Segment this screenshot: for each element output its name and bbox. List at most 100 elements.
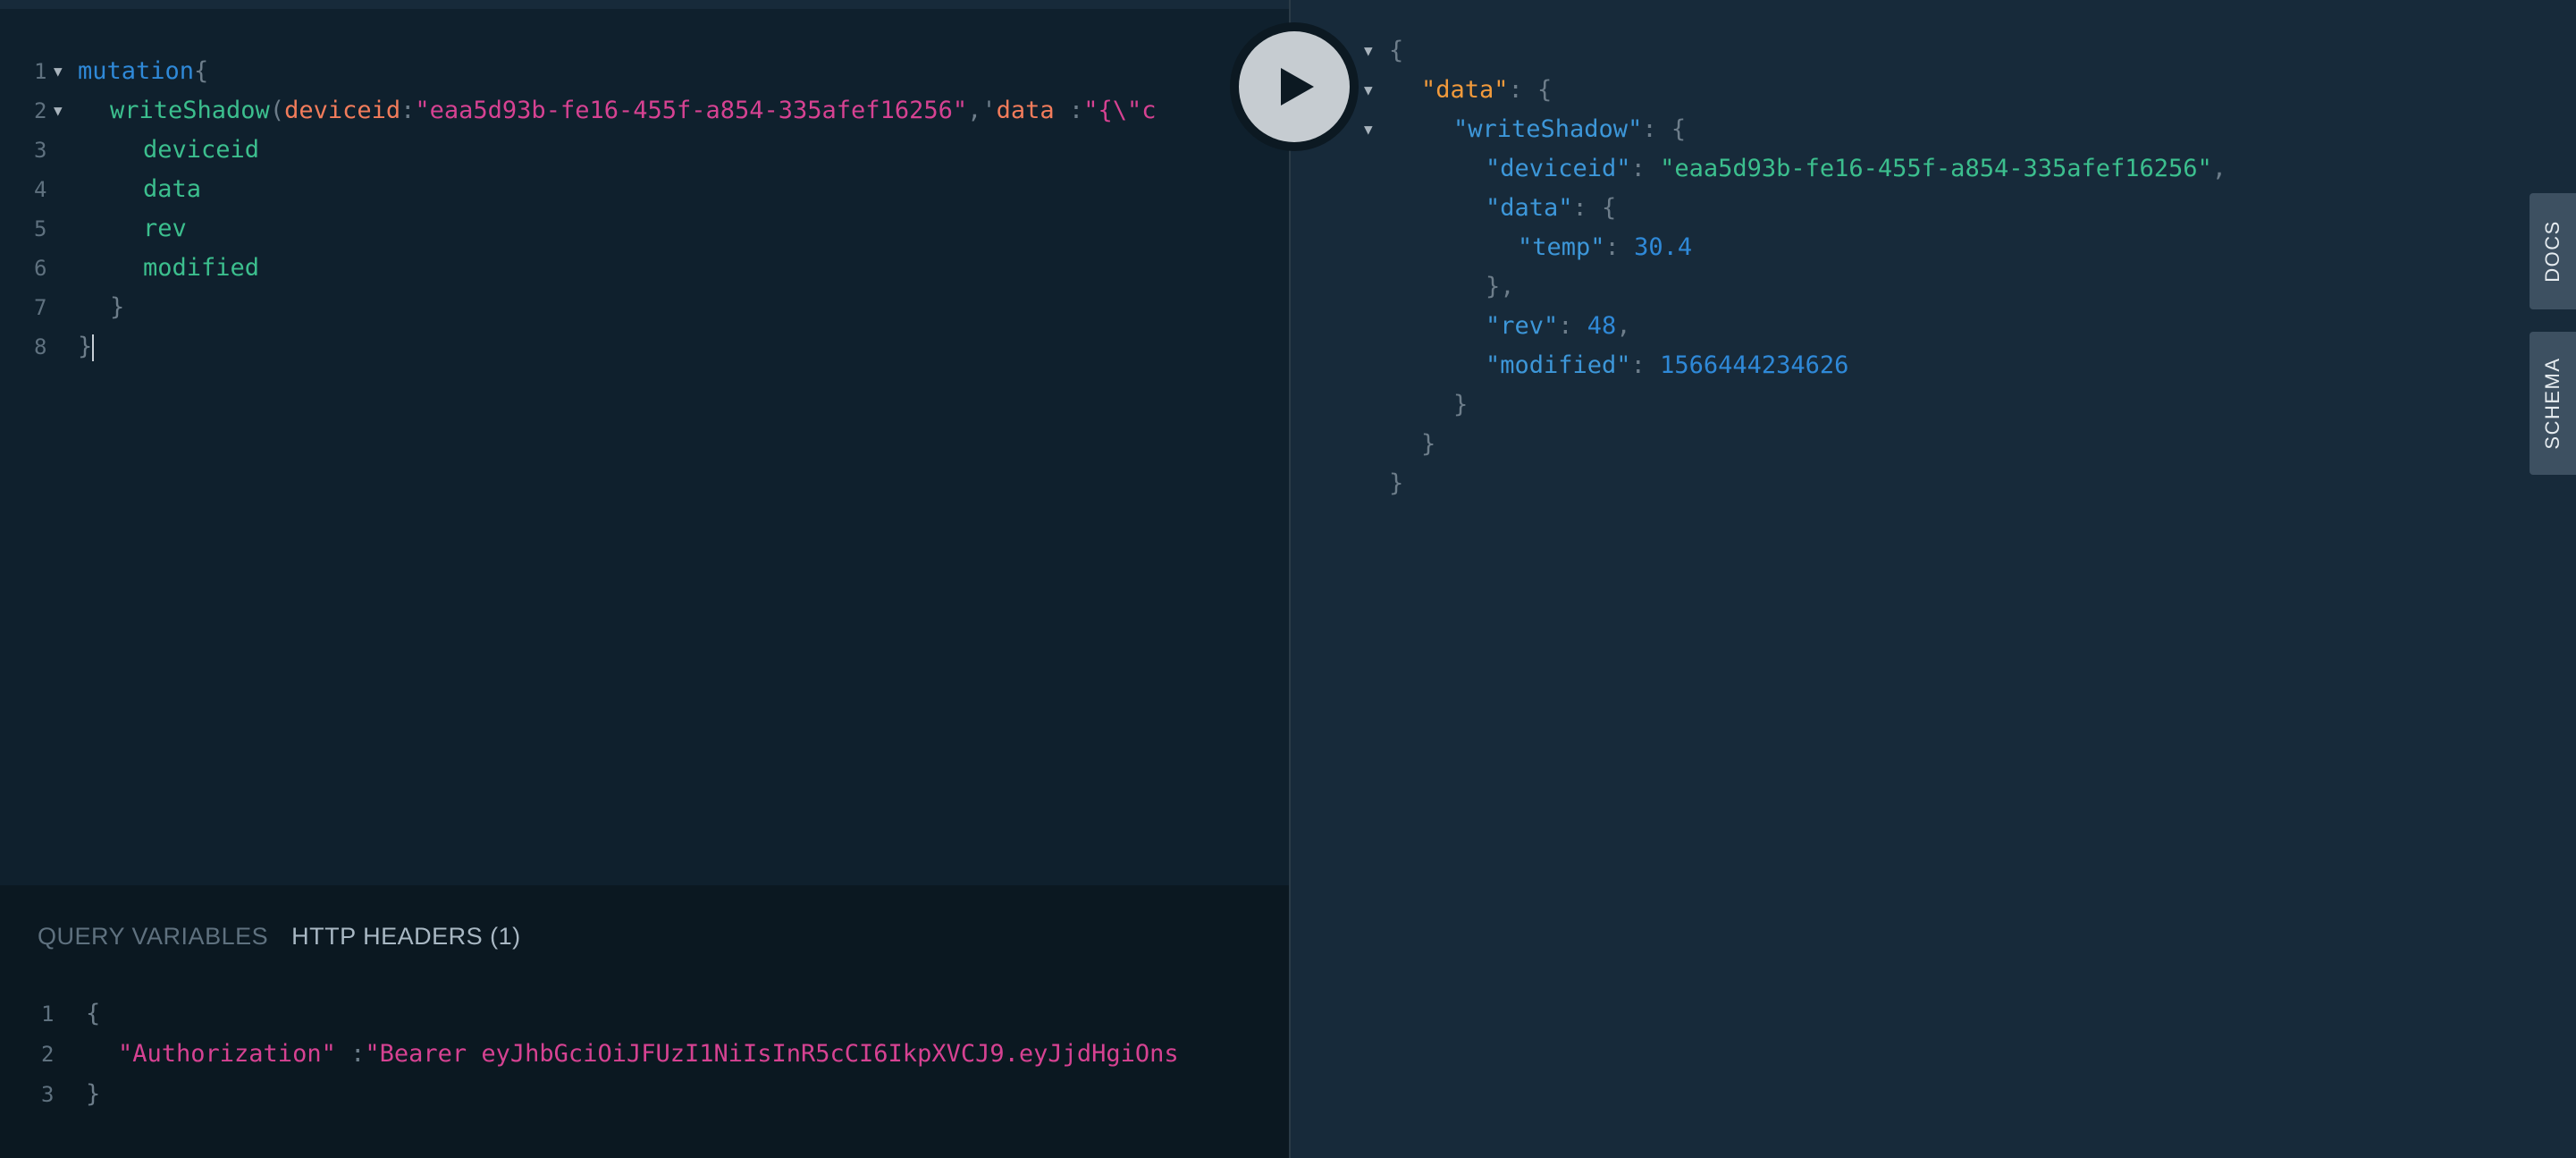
- line-number: 8: [34, 334, 47, 359]
- code-text: }: [1453, 385, 1468, 425]
- token: "Bearer eyJhbGciOiJFUzI1NiIsInR5cCI6IkpX…: [365, 1040, 1179, 1068]
- variables-panel: QUERY VARIABLES HTTP HEADERS (1) 1{ 2 "Aut…: [0, 885, 1289, 1158]
- code-text: {: [1389, 31, 1403, 71]
- code-line: 6 modified: [0, 250, 1289, 286]
- token: : {: [1508, 76, 1553, 104]
- tab-http-headers[interactable]: HTTP HEADERS (1): [291, 923, 521, 950]
- code-text: "writeShadow": {: [1453, 110, 1686, 149]
- result-line: "temp": 30.4: [1289, 228, 2576, 267]
- result-line: ▼ "writeShadow": {: [1289, 110, 2576, 149]
- token: ,: [1616, 312, 1631, 340]
- token: "writeShadow": [1453, 115, 1643, 143]
- token: ': [981, 97, 997, 124]
- token: :: [1558, 312, 1587, 340]
- result-line: ▼ "data": {: [1289, 71, 2576, 110]
- fold-toggle-icon[interactable]: ▼: [1364, 31, 1373, 71]
- token: }: [1453, 391, 1469, 418]
- token: "rev": [1486, 312, 1559, 340]
- code-text: mutation{: [78, 54, 208, 89]
- code-text: "temp": 30.4: [1518, 228, 1692, 267]
- code-text: }: [1389, 464, 1403, 503]
- code-text: rev: [143, 211, 187, 247]
- code-text: }: [78, 329, 95, 365]
- fold-toggle-icon[interactable]: ▼: [1364, 71, 1373, 110]
- token: "eaa5d93b-fe16-455f-a854-335afef16256": [1660, 155, 2212, 182]
- code-text: data: [143, 172, 201, 207]
- token: : {: [1642, 115, 1687, 143]
- token: writeShadow: [110, 97, 270, 124]
- header-line: 2 "Authorization" :"Bearer eyJhbGciOiJFUz…: [0, 1033, 1289, 1076]
- fold-toggle-icon[interactable]: ▼: [54, 54, 63, 89]
- token: "modified": [1486, 351, 1631, 379]
- code-text: "modified": 1566444234626: [1486, 346, 1848, 385]
- editor-top-strip: [0, 0, 1289, 9]
- token: }: [1389, 469, 1404, 497]
- code-line: 8}: [0, 329, 1289, 365]
- token: }: [110, 293, 125, 321]
- line-number: 3: [34, 138, 47, 163]
- code-text: }: [86, 1073, 100, 1116]
- token: (: [269, 97, 285, 124]
- token: deviceid: [284, 97, 401, 124]
- code-text: "Authorization" :"Bearer eyJhbGciOiJFUzI…: [118, 1033, 1179, 1076]
- token: data: [996, 97, 1055, 124]
- token: "{\"c: [1083, 97, 1157, 124]
- result-line: "modified": 1566444234626: [1289, 346, 2576, 385]
- execute-query-button[interactable]: [1239, 31, 1350, 142]
- result-viewer: ▼{▼ "data": {▼ "writeShadow": {"deviceid":…: [1289, 0, 2576, 1158]
- docs-tab[interactable]: DOCS: [2530, 193, 2576, 309]
- line-number: 2: [41, 1042, 55, 1067]
- token: "deviceid": [1486, 155, 1631, 182]
- token: rev: [143, 215, 187, 242]
- token: :: [1630, 351, 1661, 379]
- code-text: }: [110, 290, 124, 325]
- graphql-playground: 1 ▼ mutation{2 ▼ writeShadow(deviceid:"eaa5d…: [0, 0, 2576, 1158]
- token: "data": [1486, 194, 1573, 222]
- token: :: [1604, 233, 1635, 261]
- code-line: 2 ▼ writeShadow(deviceid:"eaa5d93b-fe16-45…: [0, 93, 1289, 129]
- execute-button-ring: [1230, 22, 1359, 151]
- line-number: 7: [34, 295, 47, 320]
- code-text: {: [86, 993, 100, 1035]
- code-text: "data": {: [1421, 71, 1552, 110]
- query-editor[interactable]: 1 ▼ mutation{2 ▼ writeShadow(deviceid:"eaa5d…: [0, 9, 1289, 885]
- tab-query-variables[interactable]: QUERY VARIABLES: [38, 923, 268, 950]
- result-line: "data": {: [1289, 189, 2576, 228]
- token: :: [400, 97, 416, 124]
- token: :: [335, 1040, 366, 1068]
- code-text: "deviceid": "eaa5d93b-fe16-455f-a854-335…: [1486, 149, 2227, 189]
- code-text: writeShadow(deviceid:"eaa5d93b-fe16-455f…: [110, 93, 1156, 129]
- code-text: "rev": 48,: [1486, 307, 1631, 346]
- play-icon: [1281, 68, 1314, 106]
- code-line: 3 deviceid: [0, 132, 1289, 168]
- result-line: },: [1289, 267, 2576, 307]
- schema-tab-label: SCHEMA: [2541, 357, 2563, 450]
- token: : {: [1572, 194, 1617, 222]
- result-line: }: [1289, 464, 2576, 503]
- line-number: 3: [41, 1082, 55, 1107]
- token: "eaa5d93b-fe16-455f-a854-335afef16256": [415, 97, 968, 124]
- token: {: [194, 57, 209, 85]
- token: }: [78, 333, 93, 360]
- header-line: 1{: [0, 993, 1289, 1035]
- token: "temp": [1518, 233, 1605, 261]
- code-text: },: [1486, 267, 1515, 307]
- text-cursor: [92, 334, 95, 361]
- header-line: 3}: [0, 1073, 1289, 1116]
- code-line: 5 rev: [0, 211, 1289, 247]
- line-number: 6: [34, 256, 47, 281]
- token: },: [1486, 273, 1515, 300]
- schema-tab[interactable]: SCHEMA: [2530, 332, 2576, 475]
- code-text: modified: [143, 250, 259, 286]
- token: "Authorization": [118, 1040, 336, 1068]
- fold-toggle-icon[interactable]: ▼: [1364, 110, 1373, 149]
- result-line: }: [1289, 425, 2576, 464]
- line-number: 4: [34, 177, 47, 202]
- token: mutation: [78, 57, 195, 85]
- fold-toggle-icon[interactable]: ▼: [54, 93, 63, 129]
- code-text: "data": {: [1486, 189, 1616, 228]
- code-line: 7}: [0, 290, 1289, 325]
- token: {: [1389, 37, 1404, 64]
- token: {: [86, 1000, 101, 1027]
- token: ,: [2211, 155, 2227, 182]
